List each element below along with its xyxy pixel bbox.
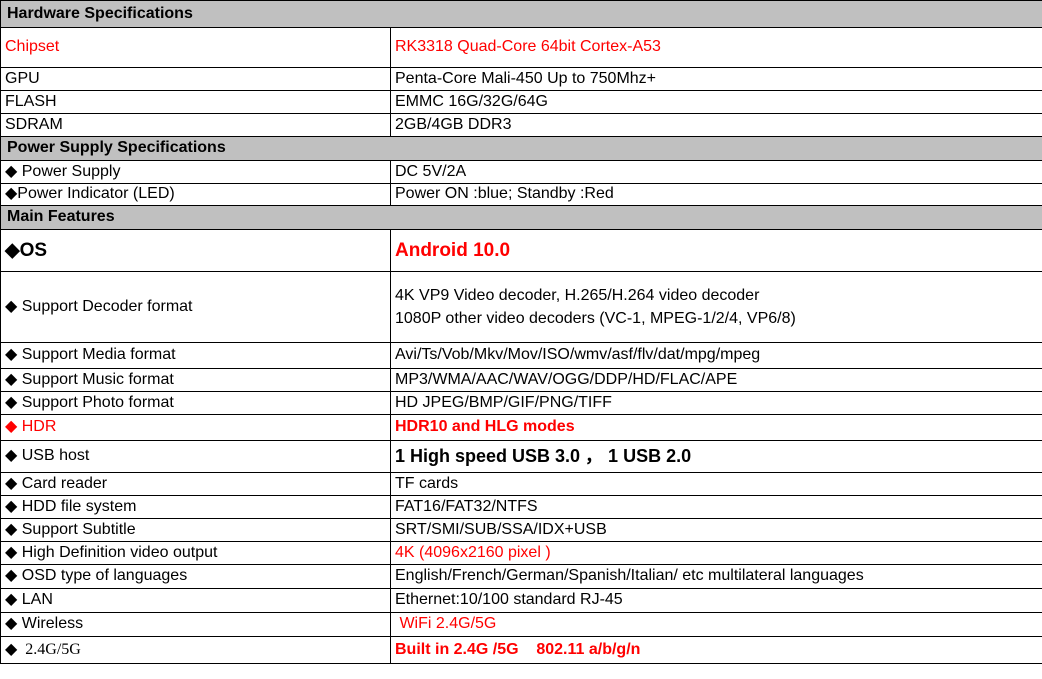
spec-value: 4K VP9 Video decoder, H.265/H.264 video … [390, 271, 1042, 343]
spec-row-wireless: ◆ Wireless WiFi 2.4G/5G [0, 612, 1042, 637]
spec-label: ◆ Wireless [0, 612, 391, 637]
spec-label: ◆ Support Music format [0, 368, 391, 392]
spec-value: HDR10 and HLG modes [390, 414, 1042, 441]
spec-label: ◆ HDR [0, 414, 391, 441]
spec-label: ◆ Support Subtitle [0, 518, 391, 542]
spec-row-music-format: ◆ Support Music format MP3/WMA/AAC/WAV/O… [0, 368, 1042, 392]
spec-value: MP3/WMA/AAC/WAV/OGG/DDP/HD/FLAC/APE [390, 368, 1042, 392]
spec-value: HD JPEG/BMP/GIF/PNG/TIFF [390, 391, 1042, 415]
spec-value: WiFi 2.4G/5G [390, 612, 1042, 637]
spec-row-decoder: ◆ Support Decoder format 4K VP9 Video de… [0, 271, 1042, 343]
spec-label: ◆ High Definition video output [0, 541, 391, 565]
spec-value: 1 High speed USB 3.0 ， 1 USB 2.0 [390, 440, 1042, 473]
section-header-features: Main Features [0, 205, 1042, 230]
spec-value: Power ON :blue; Standby :Red [390, 183, 1042, 206]
spec-row-power-supply: ◆ Power Supply DC 5V/2A [0, 160, 1042, 184]
spec-value: EMMC 16G/32G/64G [390, 90, 1042, 114]
spec-label: ◆ 2.4G/5G [0, 636, 391, 664]
spec-label: ◆OS [0, 229, 391, 272]
spec-label: ◆ Support Decoder format [0, 271, 391, 343]
spec-row-subtitle: ◆ Support Subtitle SRT/SMI/SUB/SSA/IDX+U… [0, 518, 1042, 542]
spec-row-chipset: Chipset RK3318 Quad-Core 64bit Cortex-A5… [0, 27, 1042, 68]
spec-row-video-output: ◆ High Definition video output 4K (4096x… [0, 541, 1042, 565]
spec-label: ◆Power Indicator (LED) [0, 183, 391, 206]
spec-label: ◆ Power Supply [0, 160, 391, 184]
spec-row-flash: FLASH EMMC 16G/32G/64G [0, 90, 1042, 114]
spec-label: Chipset [0, 27, 391, 68]
spec-value: FAT16/FAT32/NTFS [390, 495, 1042, 519]
spec-value: DC 5V/2A [390, 160, 1042, 184]
spec-row-usb-host: ◆ USB host 1 High speed USB 3.0 ， 1 USB … [0, 440, 1042, 473]
spec-row-photo-format: ◆ Support Photo format HD JPEG/BMP/GIF/P… [0, 391, 1042, 415]
spec-label: ◆ Support Photo format [0, 391, 391, 415]
spec-value-line: 1080P other video decoders (VC-1, MPEG-1… [395, 310, 796, 327]
spec-label: ◆ LAN [0, 588, 391, 613]
spec-value: Android 10.0 [390, 229, 1042, 272]
spec-value: Avi/Ts/Vob/Mkv/Mov/ISO/wmv/asf/flv/dat/m… [390, 342, 1042, 369]
section-title: Hardware Specifications [0, 0, 1042, 28]
spec-label: ◆ USB host [0, 440, 391, 473]
section-title: Main Features [0, 205, 1042, 230]
section-header-power: Power Supply Specifications [0, 136, 1042, 161]
spec-value: RK3318 Quad-Core 64bit Cortex-A53 [390, 27, 1042, 68]
spec-row-2g-5g: ◆ 2.4G/5G Built in 2.4G /5G 802.11 a/b/g… [0, 636, 1042, 664]
spec-label: ◆ OSD type of languages [0, 564, 391, 589]
spec-row-sdram: SDRAM 2GB/4GB DDR3 [0, 113, 1042, 137]
spec-value: Built in 2.4G /5G 802.11 a/b/g/n [390, 636, 1042, 664]
specifications-table: Hardware Specifications Chipset RK3318 Q… [0, 0, 1042, 664]
spec-value: SRT/SMI/SUB/SSA/IDX+USB [390, 518, 1042, 542]
spec-value: TF cards [390, 472, 1042, 496]
spec-value: Penta-Core Mali-450 Up to 750Mhz+ [390, 67, 1042, 91]
spec-row-hdr: ◆ HDR HDR10 and HLG modes [0, 414, 1042, 441]
spec-row-media-format: ◆ Support Media format Avi/Ts/Vob/Mkv/Mo… [0, 342, 1042, 369]
spec-row-card-reader: ◆ Card reader TF cards [0, 472, 1042, 496]
spec-label: ◆ HDD file system [0, 495, 391, 519]
spec-row-lan: ◆ LAN Ethernet:10/100 standard RJ-45 [0, 588, 1042, 613]
section-title: Power Supply Specifications [0, 136, 1042, 161]
spec-label: GPU [0, 67, 391, 91]
spec-row-gpu: GPU Penta-Core Mali-450 Up to 750Mhz+ [0, 67, 1042, 91]
spec-row-power-indicator: ◆Power Indicator (LED) Power ON :blue; S… [0, 183, 1042, 206]
spec-value: 4K (4096x2160 pixel ) [390, 541, 1042, 565]
spec-value-line: 4K VP9 Video decoder, H.265/H.264 video … [395, 287, 760, 304]
section-header-hardware: Hardware Specifications [0, 0, 1042, 28]
spec-value: 2GB/4GB DDR3 [390, 113, 1042, 137]
spec-row-hdd-file-system: ◆ HDD file system FAT16/FAT32/NTFS [0, 495, 1042, 519]
spec-row-os: ◆OS Android 10.0 [0, 229, 1042, 272]
spec-label: ◆ Card reader [0, 472, 391, 496]
spec-row-osd-languages: ◆ OSD type of languages English/French/G… [0, 564, 1042, 589]
spec-label: FLASH [0, 90, 391, 114]
spec-label: SDRAM [0, 113, 391, 137]
spec-label: ◆ Support Media format [0, 342, 391, 369]
spec-value: English/French/German/Spanish/Italian/ e… [390, 564, 1042, 589]
spec-value: Ethernet:10/100 standard RJ-45 [390, 588, 1042, 613]
